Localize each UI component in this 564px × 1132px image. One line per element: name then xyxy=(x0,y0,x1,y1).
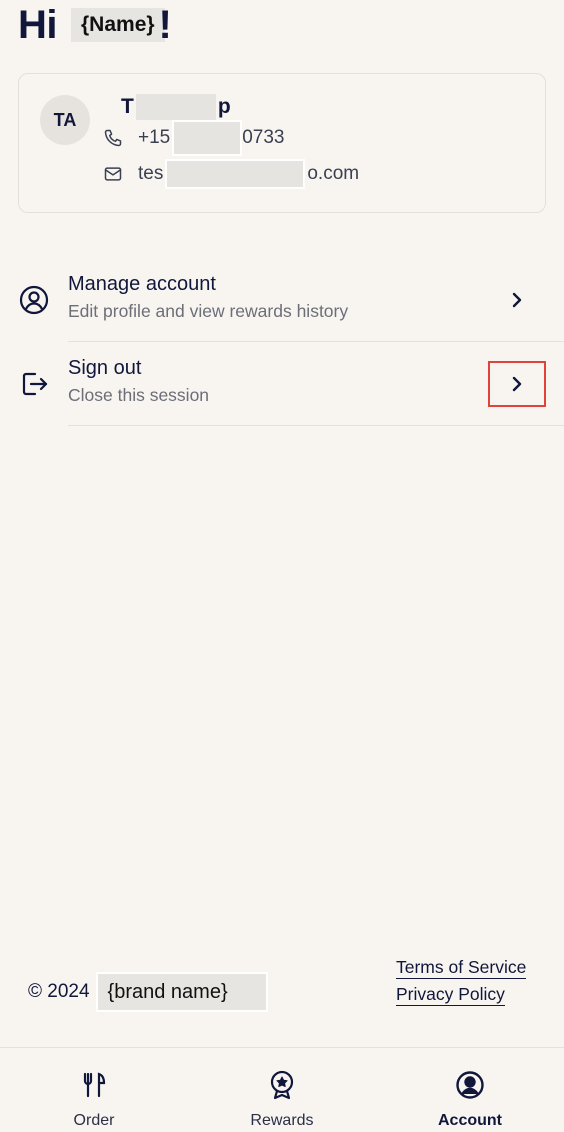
terms-of-service-link[interactable]: Terms of Service xyxy=(396,956,527,979)
profile-name: T p xyxy=(121,94,231,120)
account-icon xyxy=(455,1070,485,1100)
redacted-block xyxy=(165,159,306,189)
redacted-block xyxy=(135,94,216,120)
privacy-policy-link[interactable]: Privacy Policy xyxy=(396,983,505,1006)
nav-order-label: Order xyxy=(73,1112,115,1129)
greeting-header: Hi {Name} ! xyxy=(18,2,172,48)
sign-out-item[interactable]: Sign out Close this session xyxy=(0,341,564,425)
mail-icon xyxy=(102,163,124,185)
account-page: Hi {Name} ! TA T p +15 0733 tes o.com Ma… xyxy=(0,0,564,1132)
manage-account-title: Manage account xyxy=(68,273,216,295)
phone-end: 0733 xyxy=(242,127,285,148)
sign-out-subtitle: Close this session xyxy=(68,385,210,405)
profile-name-end: p xyxy=(217,95,231,118)
sign-out-icon xyxy=(18,368,50,400)
legal-links: Terms of Service Privacy Policy xyxy=(396,956,527,1010)
fork-knife-icon xyxy=(79,1070,109,1100)
copyright: © 2024 {brand name} xyxy=(28,972,268,1012)
bottom-nav: Order Rewards Account xyxy=(0,1047,564,1132)
nav-rewards-label: Rewards xyxy=(250,1112,314,1129)
chevron-right-icon[interactable] xyxy=(488,277,546,323)
manage-account-item[interactable]: Manage account Edit profile and view rew… xyxy=(0,257,564,341)
nav-account-label: Account xyxy=(438,1112,502,1129)
avatar: TA xyxy=(40,95,90,145)
greeting-suffix: ! xyxy=(158,2,172,47)
profile-phone-row: +15 0733 xyxy=(102,120,285,156)
phone-icon xyxy=(102,127,124,149)
copyright-text: © 2024 xyxy=(28,981,90,1002)
greeting-name-placeholder: {Name} xyxy=(71,8,165,42)
brand-name-placeholder: {brand name} xyxy=(95,972,268,1012)
email-start: tes xyxy=(138,163,164,184)
redacted-block xyxy=(172,120,243,156)
nav-account[interactable]: Account xyxy=(376,1048,564,1132)
menu-divider xyxy=(68,425,564,426)
chevron-right-icon[interactable] xyxy=(488,361,546,407)
rewards-badge-icon xyxy=(267,1070,297,1100)
email-end: o.com xyxy=(307,163,360,184)
nav-order[interactable]: Order xyxy=(0,1048,188,1132)
nav-rewards[interactable]: Rewards xyxy=(188,1048,376,1132)
manage-account-subtitle: Edit profile and view rewards history xyxy=(68,301,349,321)
sign-out-title: Sign out xyxy=(68,357,142,379)
user-circle-icon xyxy=(18,284,50,316)
greeting-prefix: Hi xyxy=(18,2,58,47)
profile-email-row: tes o.com xyxy=(102,159,360,189)
profile-name-start: T xyxy=(121,95,134,118)
phone-start: +15 xyxy=(138,127,171,148)
